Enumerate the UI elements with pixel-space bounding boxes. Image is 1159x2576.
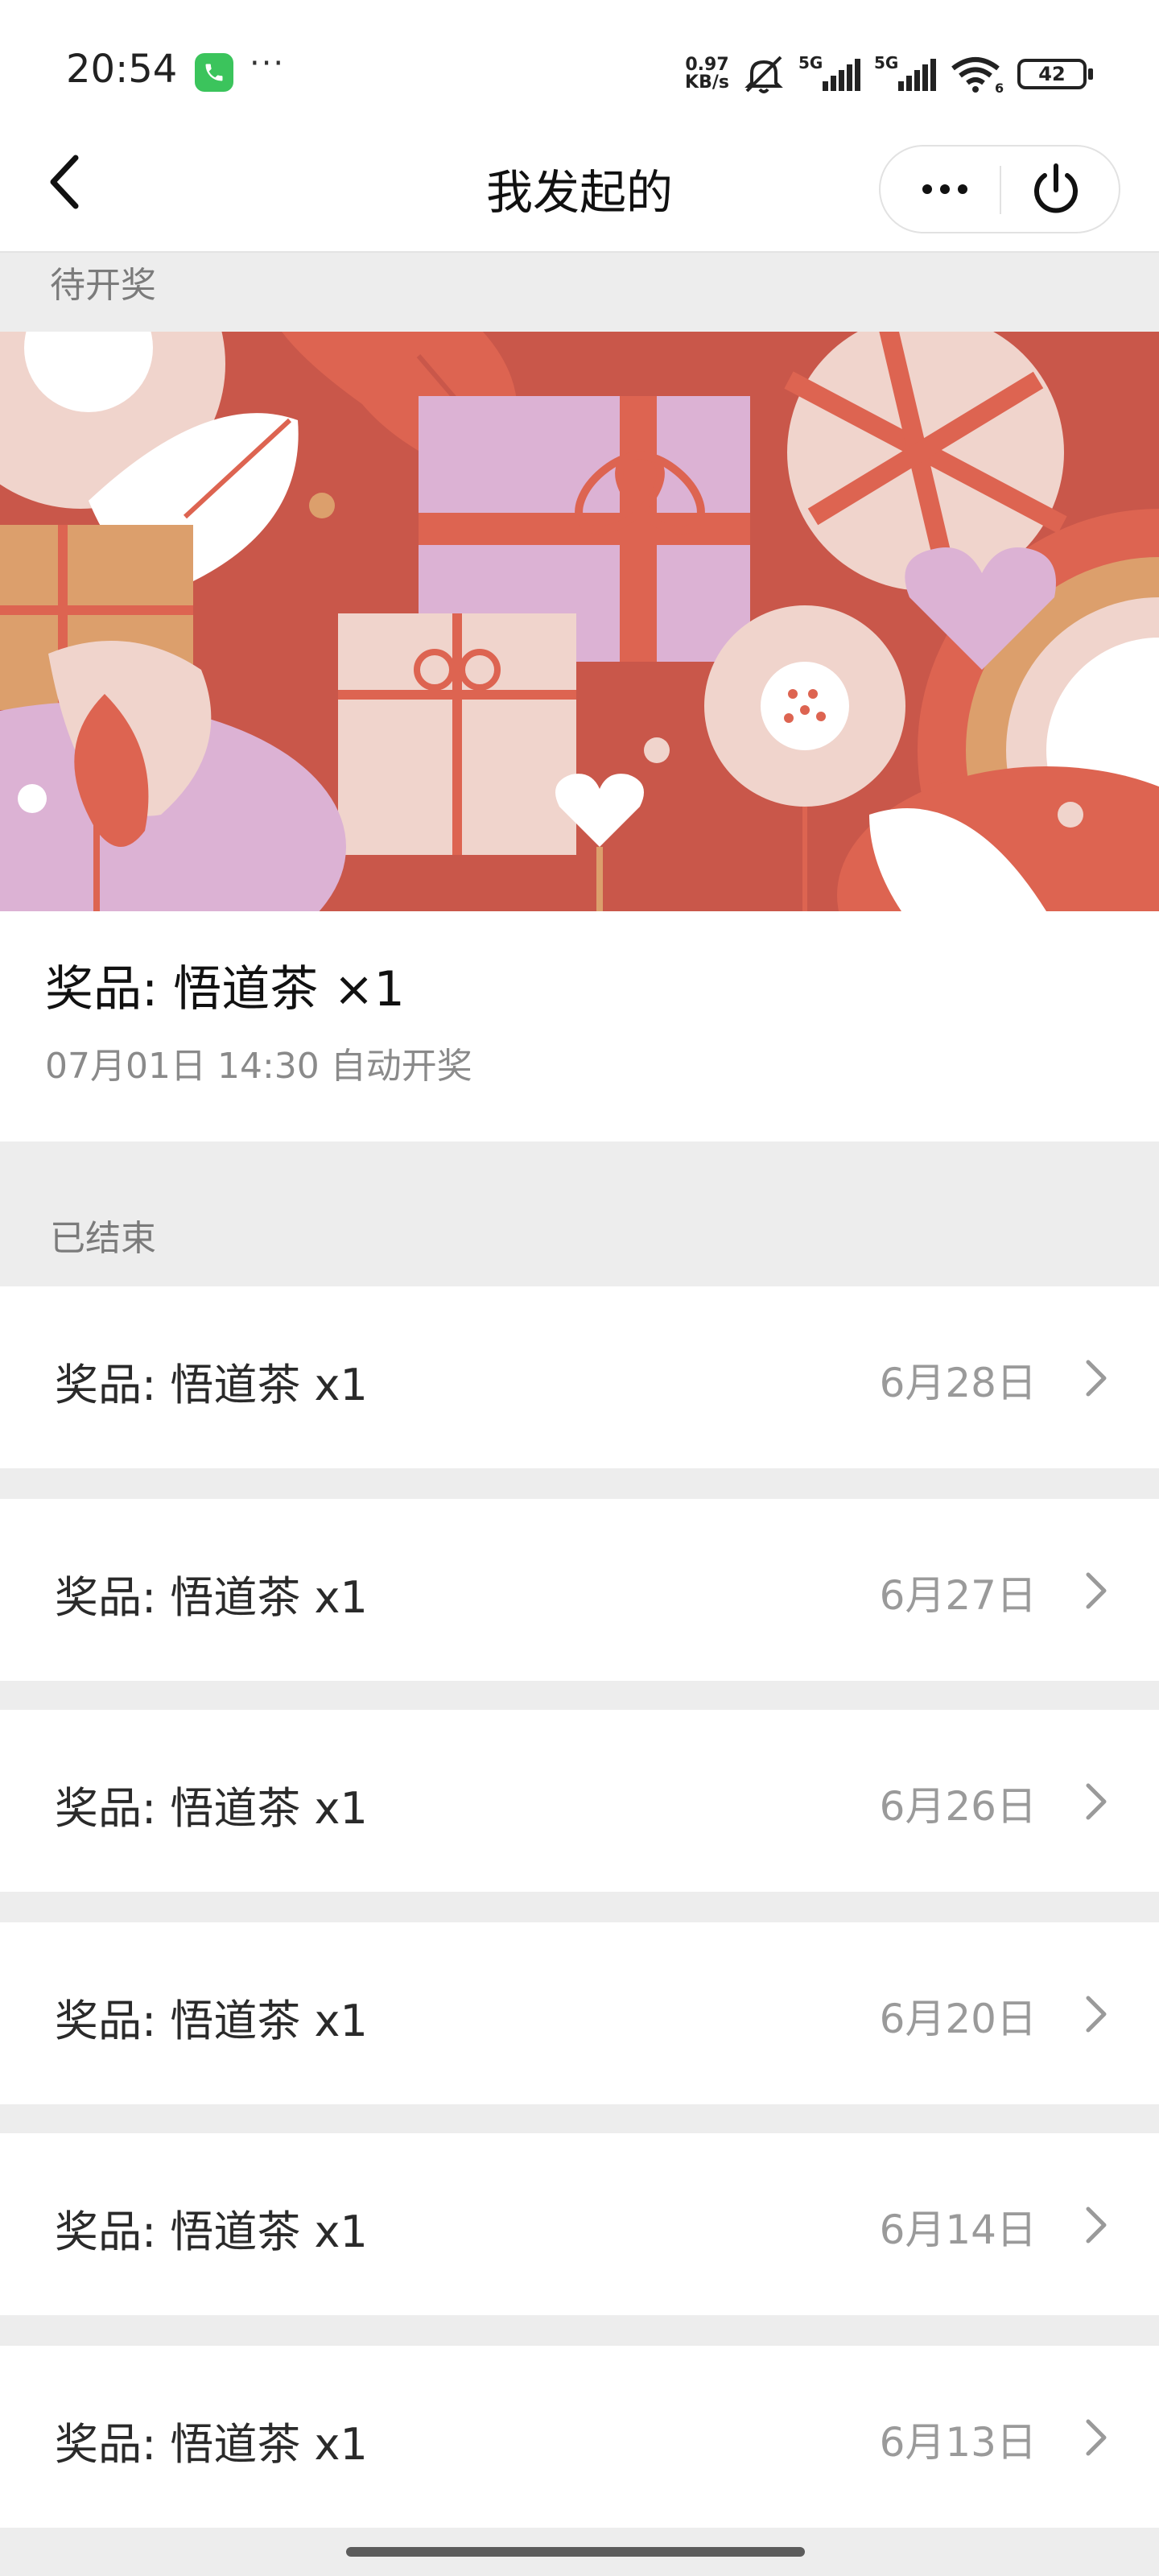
- status-time: 20:54: [66, 47, 178, 92]
- prize-banner-image[interactable]: [0, 332, 1159, 911]
- phone-call-icon: [195, 53, 233, 92]
- list-item[interactable]: 奖品: 悟道茶 x1 6月26日: [0, 1710, 1159, 1892]
- chevron-right-icon: [1086, 1783, 1107, 1820]
- chevron-right-icon: [1086, 2207, 1107, 2244]
- list-item-date: 6月28日: [879, 1360, 1037, 1406]
- power-icon[interactable]: [1024, 161, 1088, 219]
- list-item-prize: 奖品: 悟道茶 x1: [55, 2207, 368, 2257]
- list-item-date: 6月13日: [879, 2419, 1037, 2466]
- list-item-prize: 奖品: 悟道茶 x1: [55, 1360, 368, 1410]
- list-item[interactable]: 奖品: 悟道茶 x1 6月14日: [0, 2133, 1159, 2315]
- list-item-prize: 奖品: 悟道茶 x1: [55, 1996, 368, 2046]
- section-label-ended: 已结束: [50, 1218, 156, 1259]
- list-item-date: 6月26日: [879, 1783, 1037, 1830]
- network-speed: 0.97 KB/s: [685, 56, 729, 92]
- mini-program-capsule: [879, 145, 1120, 233]
- section-label-pending: 待开奖: [50, 265, 156, 306]
- more-horizontal-icon[interactable]: [913, 167, 977, 212]
- list-item-date: 6月20日: [879, 1996, 1037, 2042]
- wifi-icon: 6: [951, 57, 1004, 94]
- list-item[interactable]: 奖品: 悟道茶 x1 6月20日: [0, 1922, 1159, 2104]
- network-speed-value: 0.97: [685, 55, 729, 75]
- status-more-icon: ···: [250, 45, 286, 82]
- gift-illustration: [0, 332, 1159, 911]
- chevron-right-icon: [1086, 1360, 1107, 1397]
- list-item[interactable]: 奖品: 悟道茶 x1 6月28日: [0, 1286, 1159, 1468]
- list-item[interactable]: 奖品: 悟道茶 x1 6月27日: [0, 1499, 1159, 1681]
- pending-prize-title: 奖品: 悟道茶 ×1: [45, 961, 405, 1018]
- chevron-right-icon: [1086, 2419, 1107, 2456]
- status-indicators: 0.97 KB/s 5G 5G 6 42: [685, 50, 1093, 98]
- chevron-right-icon: [1086, 1572, 1107, 1609]
- home-indicator[interactable]: [346, 2547, 805, 2557]
- signal-5g-icon-2: 5G: [874, 54, 936, 91]
- signal-5g-text-2: 5G: [874, 54, 898, 72]
- signal-5g-icon-1: 5G: [798, 54, 860, 91]
- capsule-divider: [1000, 166, 1001, 214]
- pending-draw-time: 07月01日 14:30 自动开奖: [45, 1046, 472, 1087]
- list-item-prize: 奖品: 悟道茶 x1: [55, 1572, 368, 1623]
- mute-bell-icon: [744, 56, 783, 93]
- wifi-badge: 6: [995, 80, 1004, 94]
- chevron-right-icon: [1086, 1996, 1107, 2033]
- status-bar: 20:54 ··· 0.97 KB/s 5G 5G 6 42: [0, 0, 1159, 121]
- list-item-date: 6月14日: [879, 2207, 1037, 2253]
- list-item-prize: 奖品: 悟道茶 x1: [55, 2419, 368, 2470]
- network-speed-unit: KB/s: [685, 72, 729, 93]
- battery-icon: 42: [1017, 59, 1093, 89]
- list-item-date: 6月27日: [879, 1572, 1037, 1619]
- list-item-prize: 奖品: 悟道茶 x1: [55, 1783, 368, 1834]
- list-item[interactable]: 奖品: 悟道茶 x1 6月13日: [0, 2346, 1159, 2528]
- navigation-bar: 我发起的: [0, 121, 1159, 253]
- signal-5g-text-1: 5G: [798, 54, 823, 72]
- pending-lottery-card[interactable]: 奖品: 悟道茶 ×1 07月01日 14:30 自动开奖: [0, 911, 1159, 1141]
